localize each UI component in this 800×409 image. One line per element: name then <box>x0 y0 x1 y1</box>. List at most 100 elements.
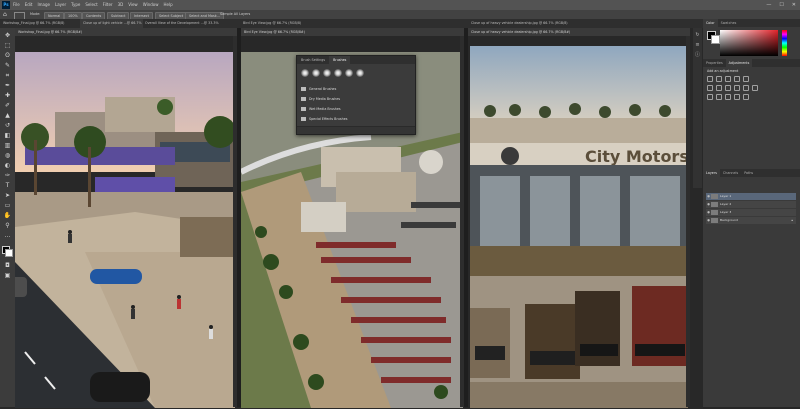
dealership-render: City Motors <box>470 46 688 408</box>
menu-file[interactable]: File <box>13 0 20 10</box>
brush-folder-wet-media[interactable]: Wet Media Brushes <box>301 105 407 114</box>
tab-light-vehicle[interactable]: Close up of light vehicle ...@ 66.7% <box>80 19 143 28</box>
tab-color[interactable]: Color <box>703 19 718 27</box>
brush-folder-dry-media[interactable]: Dry Media Brushes <box>301 95 407 104</box>
stamp-tool-icon[interactable]: ▲ <box>3 112 12 120</box>
hue-saturation-icon[interactable] <box>707 85 713 91</box>
quick-select-tool-icon[interactable]: ✎ <box>3 62 12 70</box>
tab-workshop[interactable]: Workshop_Final.jpg @ 66.7% (RGB/8) <box>0 19 81 28</box>
posterize-icon[interactable] <box>716 94 722 100</box>
tab-brush-settings[interactable]: Brush Settings <box>297 56 329 64</box>
quick-mask-icon[interactable]: ◘ <box>3 262 12 270</box>
levels-icon[interactable] <box>716 76 722 82</box>
tab-heavy-vehicle[interactable]: Close up of heavy vehicle dealership.jpg… <box>468 19 591 28</box>
photo-filter-icon[interactable] <box>734 85 740 91</box>
eyedropper-tool-icon[interactable]: ✒ <box>3 82 12 90</box>
background-color-swatch[interactable] <box>5 249 13 257</box>
invert-icon[interactable] <box>707 94 713 100</box>
menu-3d[interactable]: 3D <box>118 0 124 10</box>
blur-tool-icon[interactable]: ◍ <box>3 152 12 160</box>
layer-name: Background <box>720 218 738 222</box>
tab-channels[interactable]: Channels <box>720 169 741 177</box>
maximize-icon[interactable]: ☐ <box>779 0 783 10</box>
workshop-image[interactable] <box>15 52 235 408</box>
dodge-tool-icon[interactable]: ◐ <box>3 162 12 170</box>
layer-row[interactable]: ● Layer 1 <box>706 193 796 200</box>
color-picker-field[interactable] <box>720 30 778 56</box>
layer-row[interactable]: ● Background 🔒︎ <box>706 217 796 224</box>
marquee-tool-icon[interactable]: ⬚ <box>3 42 12 50</box>
menu-window[interactable]: Window <box>143 0 159 10</box>
hue-slider[interactable] <box>782 30 787 56</box>
minimize-icon[interactable]: — <box>766 0 771 10</box>
menu-image[interactable]: Image <box>37 0 50 10</box>
type-tool-icon[interactable]: T <box>3 182 12 190</box>
brightness-icon[interactable] <box>707 76 713 82</box>
color-lookup-icon[interactable] <box>752 85 758 91</box>
pen-tool-icon[interactable]: ✑ <box>3 172 12 180</box>
layer-row[interactable]: ● Layer 2 <box>706 201 796 208</box>
brush-preset[interactable] <box>323 69 331 77</box>
lasso-tool-icon[interactable]: ʘ <box>3 52 12 60</box>
brush-preset[interactable] <box>301 69 309 77</box>
tab-brushes[interactable]: Brushes <box>329 56 351 64</box>
tab-bird-eye[interactable]: Bird Eye View.jpg @ 66.7% (RGB/8) <box>240 19 309 28</box>
history-brush-icon[interactable]: ↺ <box>3 122 12 130</box>
gradient-tool-icon[interactable]: ▥ <box>3 142 12 150</box>
channel-mixer-icon[interactable] <box>743 85 749 91</box>
panel-icon-strip: ↻ ≡ ⓘ <box>693 28 702 188</box>
brush-folder-special-effects[interactable]: Special Effects Brushes <box>301 115 407 124</box>
hand-tool-icon[interactable]: ✋ <box>3 212 12 220</box>
heavy-vehicle-image[interactable]: City Motors <box>470 46 688 408</box>
zoom-tool-icon[interactable]: ⚲ <box>3 222 12 230</box>
menu-select[interactable]: Select <box>85 0 97 10</box>
screen-mode-icon[interactable]: ▣ <box>3 272 12 280</box>
layer-thumbnail <box>711 201 718 207</box>
tab-properties[interactable]: Properties <box>703 59 726 67</box>
gradient-map-icon[interactable] <box>743 94 749 100</box>
properties-icon[interactable]: ≡ <box>694 42 701 49</box>
vertical-scrollbar[interactable] <box>686 36 690 407</box>
tab-swatches[interactable]: Swatches <box>718 19 740 27</box>
menu-layer[interactable]: Layer <box>55 0 66 10</box>
tab-paths[interactable]: Paths <box>741 169 756 177</box>
close-icon[interactable]: ✕ <box>792 0 796 10</box>
selective-color-icon[interactable] <box>734 94 740 100</box>
move-tool-icon[interactable]: ✥ <box>3 32 12 40</box>
document-window-heavy-vehicle: Close up of heavy vehicle dealership.jpg… <box>468 28 690 408</box>
vibrance-icon[interactable] <box>743 76 749 82</box>
background-color-swatch[interactable] <box>711 35 720 44</box>
tab-adjustments[interactable]: Adjustments <box>725 59 753 67</box>
black-white-icon[interactable] <box>725 85 731 91</box>
sample-all-layers[interactable]: Sample All Layers <box>220 10 250 19</box>
brush-preset[interactable] <box>312 69 320 77</box>
healing-tool-icon[interactable]: ✚ <box>3 92 12 100</box>
menu-type[interactable]: Type <box>71 0 80 10</box>
info-icon[interactable]: ⓘ <box>694 52 701 59</box>
color-balance-icon[interactable] <box>716 85 722 91</box>
brush-preset[interactable] <box>334 69 342 77</box>
exposure-icon[interactable] <box>734 76 740 82</box>
brush-preset[interactable] <box>345 69 353 77</box>
eraser-tool-icon[interactable]: ◧ <box>3 132 12 140</box>
shape-tool-icon[interactable]: ▭ <box>3 202 12 210</box>
tab-overall-view[interactable]: Overall View of the Development ...@ 33.… <box>142 19 241 28</box>
menu-filter[interactable]: Filter <box>103 0 113 10</box>
tools-panel: ✥ ⬚ ʘ ✎ ⌗ ✒ ✚ ✐ ▲ ↺ ◧ ▥ ◍ ◐ ✑ T ➤ ▭ ✋ ⚲ … <box>0 28 16 407</box>
home-icon[interactable]: ⌂ <box>3 10 7 19</box>
history-icon[interactable]: ↻ <box>694 32 701 39</box>
menu-edit[interactable]: Edit <box>25 0 33 10</box>
curves-icon[interactable] <box>725 76 731 82</box>
tab-label: Overall View of the Development ...@ 33.… <box>145 21 219 25</box>
threshold-icon[interactable] <box>725 94 731 100</box>
path-select-tool-icon[interactable]: ➤ <box>3 192 12 200</box>
menu-view[interactable]: View <box>128 0 138 10</box>
more-tools-icon[interactable]: … <box>3 232 12 240</box>
brush-tool-icon[interactable]: ✐ <box>3 102 12 110</box>
brush-preset[interactable] <box>356 69 364 77</box>
tab-layers[interactable]: Layers <box>703 169 720 177</box>
brush-folder-general[interactable]: General Brushes <box>301 85 407 94</box>
layer-row[interactable]: ● Layer 3 <box>706 209 796 216</box>
crop-tool-icon[interactable]: ⌗ <box>3 72 12 80</box>
menu-help[interactable]: Help <box>163 0 172 10</box>
